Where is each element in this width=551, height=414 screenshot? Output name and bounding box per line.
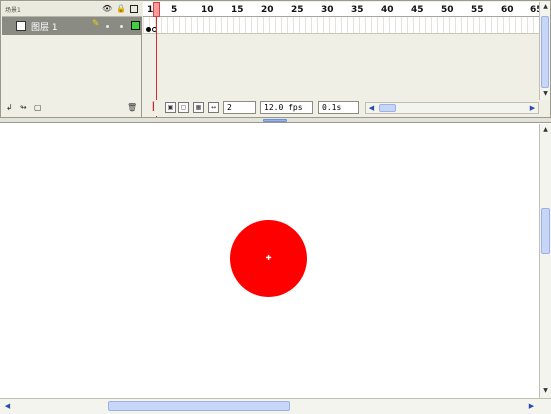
delete-layer-icon[interactable]: 🗑	[127, 103, 137, 115]
ruler-label: 65	[530, 5, 539, 15]
scroll-down-icon[interactable]: ▼	[541, 386, 550, 396]
outline-toggle-icon[interactable]	[130, 5, 138, 13]
scroll-right-icon[interactable]: ▶	[526, 401, 537, 411]
ruler-label: 55	[471, 5, 484, 15]
scroll-thumb[interactable]	[379, 104, 396, 112]
ruler-label: 25	[291, 5, 304, 15]
scene-label: 场景1	[5, 7, 21, 14]
playhead[interactable]	[153, 2, 160, 17]
edit-multiple-frames-icon[interactable]: ▦	[193, 102, 204, 113]
onion-skin-outline-icon[interactable]: ▢	[178, 102, 189, 113]
timeline-vertical-scrollbar[interactable]: ▲ ▼	[539, 2, 550, 100]
frames-empty-area	[143, 35, 539, 99]
layer-type-icon	[16, 21, 26, 31]
scroll-thumb[interactable]	[541, 208, 550, 254]
frame-ruler[interactable]: 1 5 10 15 20 25 30 35 40 45 50 55 60 65	[143, 2, 539, 17]
eye-icon[interactable]: 👁	[102, 4, 112, 14]
scroll-thumb[interactable]	[541, 16, 549, 88]
scroll-left-icon[interactable]: ◀	[366, 103, 377, 113]
ruler-label: 40	[381, 5, 394, 15]
frame-row	[143, 17, 539, 34]
lock-dot[interactable]	[120, 25, 123, 28]
ruler-label: 15	[231, 5, 244, 15]
splitter-grip[interactable]	[263, 119, 287, 122]
current-frame-field: 2	[223, 101, 256, 114]
ruler-label: 60	[501, 5, 514, 15]
panel-splitter[interactable]	[0, 117, 551, 123]
scroll-thumb[interactable]	[108, 401, 290, 411]
scroll-left-icon[interactable]: ◀	[2, 401, 13, 411]
layer-row[interactable]: 图层 1 ✎	[2, 17, 142, 35]
layer-header: 场景1 👁 🔒	[2, 2, 142, 17]
frame-rate-field[interactable]: 12.0 fps	[260, 101, 313, 114]
insert-folder-icon[interactable]: ▢	[34, 103, 42, 115]
ruler-label: 10	[201, 5, 214, 15]
add-guide-layer-icon[interactable]: ↬	[20, 103, 27, 115]
lock-icon[interactable]: 🔒	[116, 4, 126, 14]
ruler-label: 50	[441, 5, 454, 15]
registration-point-icon: ✚	[265, 254, 272, 262]
timeline-horizontal-scrollbar[interactable]: ◀ ▶	[365, 102, 539, 114]
outline-color-box[interactable]	[131, 21, 140, 30]
center-frame-icon[interactable]: ┃	[151, 102, 156, 111]
pencil-icon: ✎	[92, 19, 100, 29]
layer-name[interactable]: 图层 1	[31, 20, 58, 33]
scroll-down-icon[interactable]: ▼	[541, 89, 550, 99]
layer-list: 场景1 👁 🔒 图层 1 ✎ ↲ ↬ ▢ 🗑	[2, 2, 142, 119]
scroll-up-icon[interactable]: ▲	[541, 125, 550, 135]
ruler-label: 30	[321, 5, 334, 15]
timeline-panel: 场景1 👁 🔒 图层 1 ✎ ↲ ↬ ▢ 🗑 1 5 10 15 20 25 3…	[0, 0, 551, 122]
modify-onion-markers-icon[interactable]: ↔	[208, 102, 219, 113]
scroll-right-icon[interactable]: ▶	[527, 103, 538, 113]
visibility-dot[interactable]	[106, 25, 109, 28]
stage-horizontal-scrollbar[interactable]: ◀ ▶	[0, 398, 551, 414]
ruler-label: 35	[351, 5, 364, 15]
ruler-label: 5	[171, 5, 178, 15]
ruler-label: 20	[261, 5, 274, 15]
insert-layer-icon[interactable]: ↲	[6, 103, 13, 115]
scroll-up-icon[interactable]: ▲	[541, 2, 550, 12]
keyframe[interactable]	[146, 27, 151, 32]
elapsed-time-field: 0.1s	[318, 101, 359, 114]
ruler-label: 45	[411, 5, 424, 15]
stage-vertical-scrollbar[interactable]: ▲ ▼	[539, 124, 551, 398]
onion-skin-icon[interactable]: ▣	[165, 102, 176, 113]
